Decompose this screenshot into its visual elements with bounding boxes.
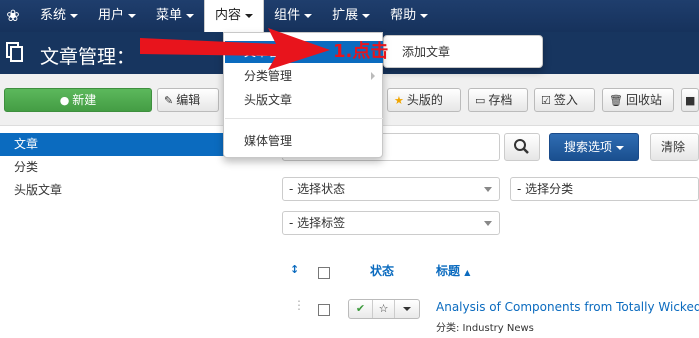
published-check-icon[interactable]: ✔ — [349, 300, 373, 318]
cog-icon: ■ — [685, 94, 696, 107]
dropdown-item-category-manager[interactable]: 分类管理 — [225, 65, 383, 87]
menu-system-label: 系统 — [40, 8, 67, 23]
row-checkbox[interactable] — [318, 304, 330, 316]
row-actions-dropdown[interactable] — [395, 300, 419, 318]
status-filter-value: - 选择状态 — [289, 182, 346, 196]
menu-menus[interactable]: 菜单 — [146, 0, 204, 32]
article-title-link[interactable]: Analysis of Components from Totally Wick… — [436, 300, 699, 314]
chevron-down-icon — [186, 13, 195, 18]
column-header-status[interactable]: 状态 — [370, 262, 394, 279]
menu-menus-label: 菜单 — [156, 8, 183, 23]
menu-help[interactable]: 帮助 — [380, 0, 438, 32]
chevron-down-icon — [420, 13, 429, 18]
menu-system[interactable]: 系统 — [30, 0, 88, 32]
checkin-button-label: 签入 — [553, 93, 578, 107]
checkin-button[interactable]: ☑ 签入 — [534, 88, 595, 112]
menu-components[interactable]: 组件 — [264, 0, 322, 32]
chevron-down-icon — [403, 307, 411, 311]
edit-icon: ✎ — [164, 94, 174, 107]
search-options-button[interactable]: 搜索选项 — [549, 133, 639, 161]
chevron-down-icon — [128, 13, 137, 18]
sidebar-item-featured[interactable]: 头版文章 — [0, 179, 276, 202]
submenu: 添加文章 — [383, 35, 543, 68]
dropdown-item-media-manager[interactable]: 媒体管理 — [225, 130, 383, 152]
trash-button-label: 回收站 — [625, 93, 662, 107]
sidebar-item-categories[interactable]: 分类 — [0, 156, 276, 179]
clear-button[interactable]: 清除 — [650, 133, 699, 161]
top-navbar: ❀ 系统 用户 菜单 内容 组件 扩展 帮助 — [0, 0, 699, 32]
annotation-label: 1.点击 — [333, 41, 389, 62]
menu-components-label: 组件 — [274, 8, 301, 23]
search-icon — [514, 139, 529, 154]
featured-button[interactable]: ★ 头版的 — [387, 88, 461, 112]
menu-extensions-label: 扩展 — [332, 8, 359, 23]
new-button[interactable]: ● 新建 — [4, 88, 152, 112]
chevron-down-icon — [304, 13, 313, 18]
menu-users-label: 用户 — [98, 8, 125, 23]
chevron-right-icon — [371, 72, 375, 80]
checkbox-icon: ☑ — [541, 94, 551, 107]
article-category: 分类: Industry News — [436, 323, 534, 334]
main-menu: 系统 用户 菜单 内容 组件 扩展 帮助 — [30, 0, 438, 32]
dropdown-item-category-manager-label: 分类管理 — [244, 69, 293, 83]
chevron-down-icon — [245, 13, 254, 18]
edit-button[interactable]: ✎ 编辑 — [157, 88, 219, 112]
dropdown-divider — [225, 118, 383, 119]
column-header-title[interactable]: 标题 ▲ — [436, 262, 470, 279]
trash-icon: 🗑 — [609, 94, 623, 107]
status-filter-select[interactable]: - 选择状态 — [282, 177, 500, 201]
dropdown-item-featured[interactable]: 头版文章 — [225, 89, 383, 111]
select-all-checkbox[interactable] — [318, 267, 330, 279]
star-icon: ★ — [394, 94, 404, 107]
featured-star-icon[interactable]: ☆ — [373, 300, 395, 318]
category-filter-select[interactable]: - 选择分类 — [510, 177, 699, 201]
drag-handle-icon[interactable]: ⋮ — [293, 298, 305, 312]
menu-users[interactable]: 用户 — [88, 0, 146, 32]
plus-circle-icon: ● — [59, 94, 70, 107]
search-button[interactable] — [504, 133, 540, 161]
submenu-add-article[interactable]: 添加文章 — [402, 43, 450, 60]
menu-help-label: 帮助 — [390, 8, 417, 23]
more-button[interactable]: ■ — [681, 88, 699, 112]
search-options-label: 搜索选项 — [563, 140, 612, 154]
column-header-title-label: 标题 — [436, 264, 461, 278]
chevron-down-icon — [484, 187, 492, 192]
featured-button-label: 头版的 — [406, 93, 443, 107]
chevron-down-icon — [362, 13, 371, 18]
archive-button[interactable]: ▭ 存档 — [468, 88, 528, 112]
menu-content-label: 内容 — [215, 8, 242, 23]
archive-button-label: 存档 — [488, 93, 513, 107]
menu-extensions[interactable]: 扩展 — [322, 0, 380, 32]
tag-filter-select[interactable]: - 选择标签 — [282, 211, 500, 235]
archive-icon: ▭ — [475, 94, 486, 107]
sort-asc-icon: ▲ — [464, 268, 471, 277]
chevron-down-icon — [70, 13, 79, 18]
page-title: 文章管理： — [40, 46, 136, 68]
copy-icon — [6, 42, 23, 62]
chevron-down-icon — [484, 221, 492, 226]
menu-content[interactable]: 内容 — [204, 0, 265, 32]
trash-button[interactable]: 🗑 回收站 — [602, 88, 674, 112]
new-button-label: 新建 — [72, 93, 97, 107]
joomla-logo-icon[interactable]: ❀ — [4, 7, 22, 25]
chevron-down-icon — [616, 145, 624, 150]
edit-button-label: 编辑 — [176, 93, 201, 107]
sort-icon[interactable]: ↕ — [290, 263, 299, 276]
category-filter-value: - 选择分类 — [517, 182, 574, 196]
status-button-group: ✔ ☆ — [348, 299, 420, 319]
tag-filter-value: - 选择标签 — [289, 216, 346, 230]
